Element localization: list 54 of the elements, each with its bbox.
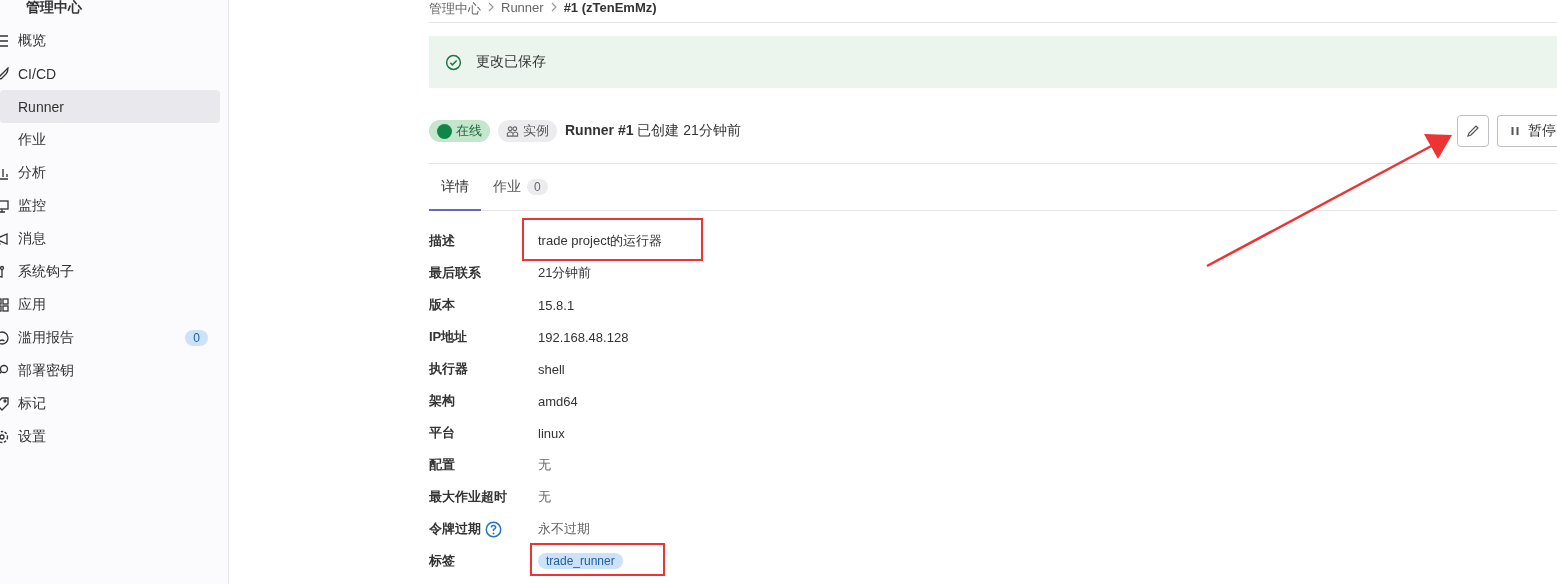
- tab[interactable]: 详情: [429, 164, 481, 211]
- field-label: 版本: [429, 296, 455, 314]
- tab[interactable]: 作业 0: [481, 164, 560, 211]
- nav-item[interactable]: 消息: [0, 222, 220, 255]
- field-value: shell: [538, 361, 565, 377]
- nav-item[interactable]: 分析: [0, 156, 220, 189]
- field-value: 21分钟前: [538, 264, 592, 282]
- field-label: 配置: [429, 456, 455, 474]
- count-badge: 0: [185, 329, 208, 346]
- nav-item[interactable]: 系统钩子: [0, 255, 220, 288]
- status-badge: 在线: [429, 120, 490, 142]
- breadcrumb-link[interactable]: Runner: [501, 0, 544, 15]
- field-value: linux: [538, 425, 565, 441]
- nav-item[interactable]: 应用: [0, 288, 220, 321]
- field-label: 平台: [429, 424, 455, 442]
- field-value: amd64: [538, 393, 578, 409]
- nav-item[interactable]: Runner: [0, 90, 220, 123]
- sidebar-title: 管理中心: [25, 0, 83, 17]
- field-label: 令牌过期: [429, 520, 481, 538]
- field-label: 架构: [429, 392, 455, 410]
- nav-item[interactable]: 设置: [0, 420, 220, 453]
- field-value: 无: [538, 488, 551, 506]
- field-label: IP地址: [429, 328, 468, 346]
- nav-item[interactable]: 作业: [0, 123, 220, 156]
- nav-item[interactable]: 标记: [0, 387, 220, 420]
- nav-item[interactable]: 概览: [0, 24, 220, 57]
- chevron-icon: [549, 0, 558, 14]
- field-value: trade project的运行器: [538, 232, 663, 250]
- field-value: 无: [538, 456, 551, 474]
- pause-button[interactable]: 暂停: [1497, 115, 1557, 147]
- breadcrumb-link[interactable]: 管理中心: [429, 0, 481, 18]
- type-badge: 实例: [498, 120, 557, 142]
- chevron-icon: [487, 0, 495, 14]
- edit-button[interactable]: [1457, 115, 1489, 147]
- nav-item[interactable]: 滥用报告 0: [0, 321, 220, 354]
- nav-item[interactable]: 部署密钥: [0, 354, 220, 387]
- tag-badge: trade_runner: [538, 553, 623, 569]
- breadcrumb-link[interactable]: #1 (zTenEmMz): [563, 0, 657, 15]
- pencil-icon: [1466, 124, 1480, 138]
- runner-title: Runner #1 已创建 21分钟前: [565, 122, 741, 140]
- field-label: 标签: [429, 552, 455, 570]
- field-value: 永不过期: [538, 520, 590, 538]
- alert-message: 更改已保存: [476, 53, 546, 71]
- help-icon[interactable]: [485, 520, 502, 538]
- field-value: 192.168.48.128: [538, 329, 629, 345]
- field-label: 描述: [429, 232, 455, 250]
- pause-icon: [1510, 126, 1520, 136]
- nav-item[interactable]: CI/CD: [0, 57, 220, 90]
- check-circle-icon: [445, 53, 462, 71]
- field-label: 最大作业超时: [429, 488, 507, 506]
- nav-item[interactable]: 监控: [0, 189, 220, 222]
- field-value: 15.8.1: [538, 297, 575, 313]
- field-label: 最后联系: [429, 264, 481, 282]
- field-label: 执行器: [429, 360, 468, 378]
